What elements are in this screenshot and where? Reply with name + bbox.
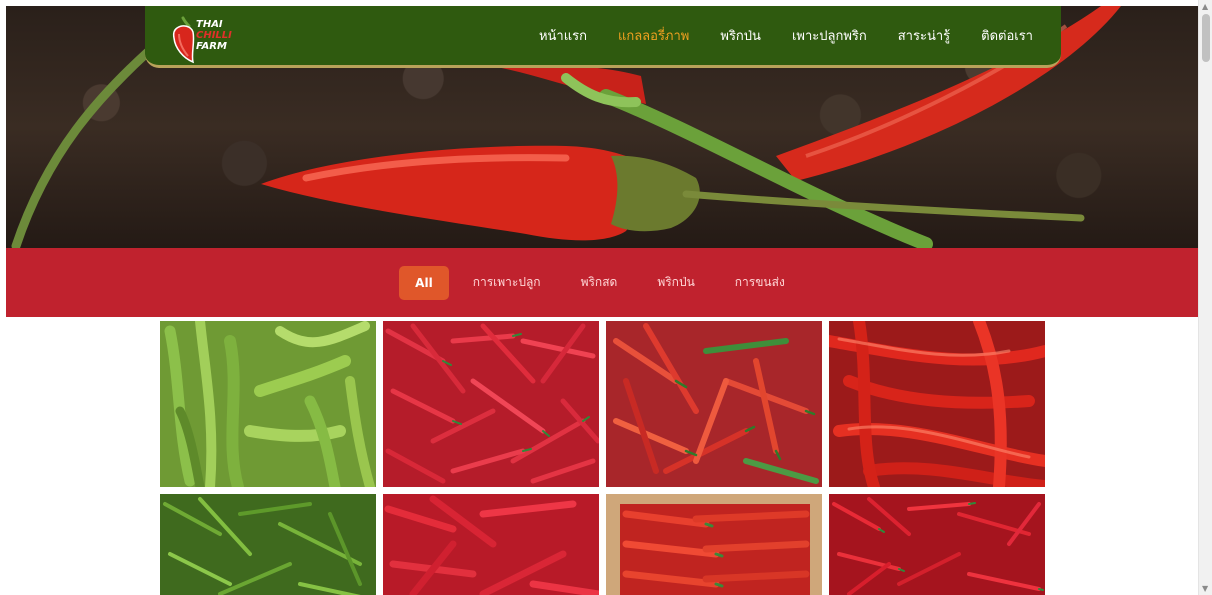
nav-item-home[interactable]: หน้าแรก <box>539 25 587 46</box>
logo-text: THAI CHILLI FARM <box>196 19 232 52</box>
nav-item-knowledge[interactable]: สาระน่ารู้ <box>898 25 950 46</box>
filter-fresh-chilli[interactable]: พริกสด <box>561 263 638 302</box>
logo-line-2: CHILLI <box>196 30 232 41</box>
logo-line-1: THAI <box>196 19 223 30</box>
green-chilli-photo-icon <box>160 494 376 595</box>
red-chilli-photo-icon <box>829 321 1045 487</box>
mixed-chilli-photo-icon <box>606 321 822 487</box>
gallery-filter-bar: All การเพาะปลูก พริกสด พริกป่น การขนส่ง <box>6 248 1198 317</box>
main-navbar: THAI CHILLI FARM หน้าแรก แกลลอรี่ภาพ พริ… <box>145 6 1061 68</box>
chilli-logo-icon <box>172 16 195 64</box>
nav-item-growing[interactable]: เพาะปลูกพริก <box>792 25 867 46</box>
nav-item-gallery[interactable]: แกลลอรี่ภาพ <box>618 25 689 46</box>
scroll-thumb[interactable] <box>1202 14 1210 62</box>
gallery-tile-green-chillies[interactable] <box>160 321 376 487</box>
page-scrollbar[interactable]: ▲ ▼ <box>1198 0 1212 595</box>
photo-gallery <box>160 321 1046 595</box>
site-logo[interactable]: THAI CHILLI FARM <box>169 12 259 64</box>
scroll-up-arrow-icon[interactable]: ▲ <box>1202 2 1208 11</box>
nav-item-contact[interactable]: ติดต่อเรา <box>981 25 1033 46</box>
gallery-tile-large-red-chillies[interactable] <box>829 321 1045 487</box>
gallery-tile-small-red-chillies[interactable] <box>829 494 1045 595</box>
filter-shipping[interactable]: การขนส่ง <box>715 263 805 302</box>
logo-line-3: FARM <box>196 41 227 52</box>
gallery-tile-red-thai-chillies[interactable] <box>383 321 599 487</box>
scroll-down-arrow-icon[interactable]: ▼ <box>1202 584 1208 593</box>
green-chilli-photo-icon <box>160 321 376 487</box>
page: THAI CHILLI FARM หน้าแรก แกลลอรี่ภาพ พริ… <box>0 0 1212 595</box>
gallery-tile-green-chilli-pile[interactable] <box>160 494 376 595</box>
nav-item-chilli-powder[interactable]: พริกป่น <box>720 25 761 46</box>
filter-chilli-powder[interactable]: พริกป่น <box>637 263 714 302</box>
filter-all[interactable]: All <box>399 265 449 300</box>
gallery-tile-red-chilli-pile[interactable] <box>383 494 599 595</box>
red-chilli-photo-icon <box>383 321 599 487</box>
red-chilli-photo-icon <box>383 494 599 595</box>
gallery-tile-mixed-chillies[interactable] <box>606 321 822 487</box>
nav-menu: หน้าแรก แกลลอรี่ภาพ พริกป่น เพาะปลูกพริก… <box>539 6 1033 64</box>
red-chilli-photo-icon <box>829 494 1045 595</box>
crate-photo-icon <box>606 494 822 595</box>
filter-growing[interactable]: การเพาะปลูก <box>453 263 561 302</box>
gallery-tile-chilli-crate[interactable] <box>606 494 822 595</box>
